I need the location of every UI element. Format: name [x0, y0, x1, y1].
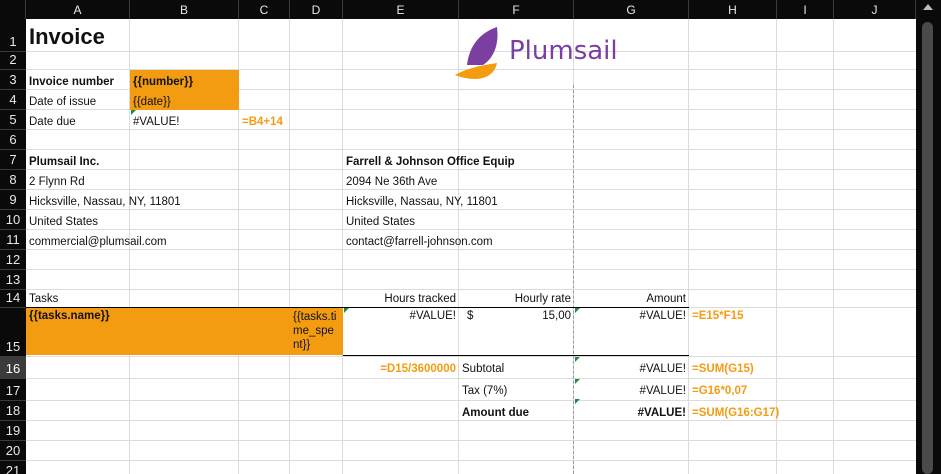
row-header-2[interactable]: 2	[0, 52, 26, 70]
subtotal-value[interactable]: #VALUE!	[574, 357, 689, 377]
row-header-16[interactable]: 16	[0, 357, 26, 379]
column-header-d[interactable]: D	[290, 0, 343, 19]
vertical-scrollbar[interactable]	[916, 0, 941, 474]
row-header-15[interactable]: 15	[0, 308, 26, 357]
row-header-17[interactable]: 17	[0, 379, 26, 401]
row-header-12[interactable]: 12	[0, 250, 26, 270]
amount-value[interactable]: #VALUE!	[574, 308, 689, 326]
grid-row-line	[26, 269, 916, 270]
seller-email[interactable]: commercial@plumsail.com	[26, 230, 246, 250]
plumsail-logo-icon	[455, 27, 498, 79]
tax-formula[interactable]: =G16*0,07	[689, 379, 799, 399]
column-header-a[interactable]: A	[26, 0, 130, 19]
column-header-b[interactable]: B	[130, 0, 239, 19]
invoice-number-label[interactable]: Invoice number	[26, 70, 130, 90]
hours-formula[interactable]: =D15/3600000	[343, 357, 459, 377]
row-header-14[interactable]: 14	[0, 290, 26, 308]
row-header-4[interactable]: 4	[0, 90, 26, 110]
buyer-country[interactable]: United States	[343, 210, 573, 230]
row-header-21[interactable]: 21	[0, 461, 26, 474]
row-header-3[interactable]: 3	[0, 70, 26, 90]
buyer-address1[interactable]: 2094 Ne 36th Ave	[343, 170, 573, 190]
tax-label[interactable]: Tax (7%)	[459, 379, 574, 399]
subtotal-label[interactable]: Subtotal	[459, 357, 574, 377]
row-header-6[interactable]: 6	[0, 130, 26, 150]
table-bottom-border	[343, 355, 689, 356]
row-header-19[interactable]: 19	[0, 421, 26, 441]
row-header-10[interactable]: 10	[0, 210, 26, 230]
amount-due-label[interactable]: Amount due	[459, 401, 574, 421]
seller-name[interactable]: Plumsail Inc.	[26, 150, 246, 170]
currency-symbol[interactable]: $	[464, 308, 484, 326]
column-header-c[interactable]: C	[239, 0, 290, 19]
date-of-issue-value[interactable]: {{date}}	[130, 90, 239, 110]
column-header-e[interactable]: E	[343, 0, 459, 19]
amount-due-formula[interactable]: =SUM(G16:G17)	[689, 401, 799, 421]
invoice-title[interactable]: Invoice	[26, 20, 130, 52]
grid-column-line	[289, 19, 290, 474]
column-header-j[interactable]: J	[834, 0, 916, 19]
row-header-18[interactable]: 18	[0, 401, 26, 421]
row-header-1[interactable]: 1	[0, 19, 26, 52]
column-header-i[interactable]: I	[777, 0, 834, 19]
date-of-issue-label[interactable]: Date of issue	[26, 90, 130, 110]
amount-header[interactable]: Amount	[574, 290, 689, 307]
task-name-cell[interactable]: {{tasks.name}}	[26, 308, 290, 355]
date-due-value[interactable]: #VALUE!	[130, 110, 239, 130]
select-all-corner[interactable]	[0, 0, 26, 19]
buyer-name[interactable]: Farrell & Johnson Office Equip	[343, 150, 573, 170]
rate-value[interactable]: 15,00	[484, 308, 574, 326]
date-due-label[interactable]: Date due	[26, 110, 130, 130]
amount-due-value[interactable]: #VALUE!	[574, 401, 689, 421]
row-header-8[interactable]: 8	[0, 170, 26, 190]
seller-address1[interactable]: 2 Flynn Rd	[26, 170, 246, 190]
amount-formula[interactable]: =E15*F15	[689, 308, 799, 326]
grid-column-line	[833, 19, 834, 474]
logo-text: Plumsail	[509, 36, 618, 66]
buyer-email[interactable]: contact@farrell-johnson.com	[343, 230, 573, 250]
row-header-7[interactable]: 7	[0, 150, 26, 170]
column-header-h[interactable]: H	[689, 0, 777, 19]
subtotal-formula[interactable]: =SUM(G15)	[689, 357, 799, 377]
date-due-formula[interactable]: =B4+14	[239, 110, 343, 130]
scroll-up-arrow-icon[interactable]	[923, 4, 933, 10]
row-header-5[interactable]: 5	[0, 110, 26, 130]
column-header-f[interactable]: F	[459, 0, 574, 19]
row-header-13[interactable]: 13	[0, 270, 26, 290]
spreadsheet-grid[interactable]: ABCDEFGHIJ 1 2 3 4 5 6 7 8 9 10 11 12 13 14 15 16 17 18 19…	[0, 0, 941, 474]
invoice-number-value[interactable]: {{number}}	[130, 70, 239, 90]
buyer-address2[interactable]: Hicksville, Nassau, NY, 11801	[343, 190, 573, 210]
seller-country[interactable]: United States	[26, 210, 246, 230]
tasks-header[interactable]: Tasks	[26, 290, 130, 307]
tax-value[interactable]: #VALUE!	[574, 379, 689, 399]
task-time-spent: {{tasks.time_spent}}	[293, 311, 337, 351]
column-header-g[interactable]: G	[574, 0, 689, 19]
grid-row-line	[26, 440, 916, 441]
grid-row-line	[26, 460, 916, 461]
seller-address2[interactable]: Hicksville, Nassau, NY, 11801	[26, 190, 246, 210]
hours-value[interactable]: #VALUE!	[343, 308, 459, 326]
scrollbar-thumb[interactable]	[922, 22, 933, 474]
row-header-9[interactable]: 9	[0, 190, 26, 210]
row-header-20[interactable]: 20	[0, 441, 26, 461]
plumsail-logo: Plumsail	[455, 25, 635, 80]
row-header-11[interactable]: 11	[0, 230, 26, 250]
task-time-cell[interactable]: {{tasks.time_spent}}	[290, 308, 343, 355]
hours-header[interactable]: Hours tracked	[343, 290, 459, 307]
rate-header[interactable]: Hourly rate	[459, 290, 574, 307]
